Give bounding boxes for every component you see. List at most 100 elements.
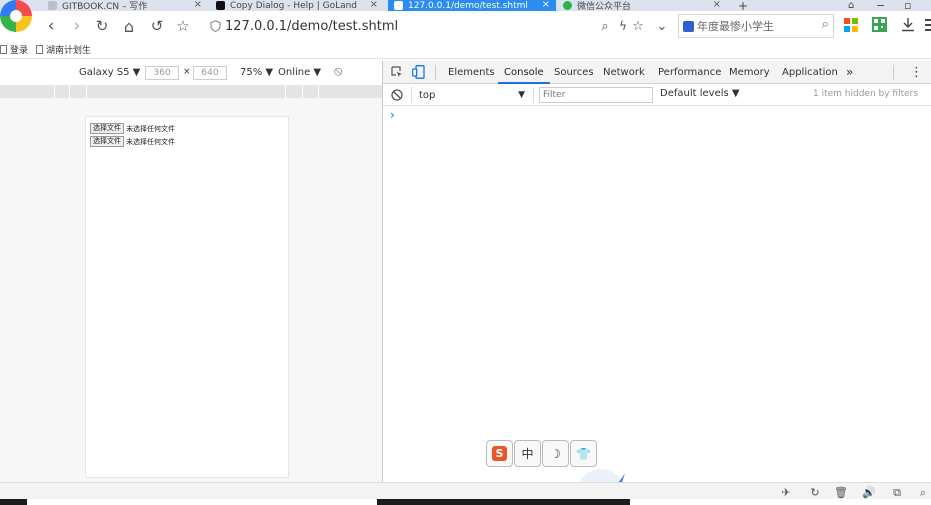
tab-title: Copy Dialog - Help | GoLand [230, 0, 358, 11]
shirt-skin-icon[interactable]: ⌂ [848, 0, 860, 11]
shield-icon [210, 20, 221, 32]
goland-icon [216, 1, 225, 10]
restore-button[interactable]: ▫ [904, 0, 916, 11]
clear-console-icon[interactable] [391, 89, 403, 101]
back-button[interactable]: ‹ [40, 15, 62, 37]
inspect-element-icon[interactable] [391, 66, 403, 78]
refresh-icon[interactable]: ↻ [808, 486, 822, 500]
document-icon [48, 1, 57, 10]
home-button[interactable]: ⌂ [118, 15, 140, 37]
more-tabs-button[interactable]: » [846, 61, 853, 84]
chinese-mode-button[interactable]: 中 [514, 440, 541, 467]
zoom-icon[interactable]: ⌕ [916, 486, 930, 500]
filter-input[interactable] [539, 87, 653, 103]
devtools-tabbar: Elements Console Sources Network Perform… [383, 61, 931, 84]
hidden-items-note: 1 item hidden by filters [813, 89, 919, 99]
undo-close-button[interactable]: ↺ [146, 15, 168, 37]
file-input[interactable]: 选择文件 未选择任何文件 [90, 136, 175, 147]
file-input[interactable]: 选择文件 未选择任何文件 [90, 123, 175, 134]
new-tab-button[interactable]: + [738, 0, 752, 11]
ime-toolbar: S 中 ☽ 👕 [486, 440, 598, 468]
tab-memory[interactable]: Memory [729, 61, 770, 84]
forward-button[interactable]: › [66, 15, 88, 37]
navigation-bar: ‹ › ↻ ⌂ ↺ ☆ 127.0.0.1/demo/test.shtml ⌕ … [32, 11, 931, 41]
taskbar-segment [630, 499, 931, 505]
toolbar-divider [435, 65, 436, 80]
apps-icon[interactable] [844, 18, 858, 32]
bookmark-star-button[interactable]: ☆ [172, 15, 194, 37]
chevron-down-icon[interactable]: ⌄ [651, 15, 673, 37]
close-icon[interactable]: × [713, 0, 721, 10]
bookmark-item[interactable]: 湖南计划生 [36, 43, 91, 56]
zoom-select[interactable]: 75% ▼ [240, 67, 273, 78]
download-icon[interactable] [901, 17, 915, 32]
search-icon[interactable]: ⌕ [822, 17, 829, 32]
chevron-down-icon: ▼ [518, 90, 525, 100]
document-icon [394, 1, 403, 10]
bookmark-label: 湖南计划生 [46, 46, 92, 56]
moon-icon[interactable]: ☽ [542, 440, 569, 467]
minimize-button[interactable]: − [876, 0, 888, 11]
width-input[interactable]: 360 [145, 66, 179, 80]
device-toolbar: Galaxy S5 ▼ 360 × 640 75% ▼ Online ▼ ⦸ [0, 61, 382, 85]
console-toolbar: top ▼ Default levels ▼ 1 item hidden by … [383, 84, 931, 106]
paw-icon [683, 20, 694, 32]
tab-goland-help[interactable]: Copy Dialog - Help | GoLand × [216, 0, 382, 11]
window-icon[interactable]: ⧉ [890, 486, 904, 500]
tab-test-shtml[interactable]: 127.0.0.1/demo/test.shtml × [388, 0, 556, 11]
tab-title: 微信公众平台 [577, 2, 632, 11]
tab-application[interactable]: Application [782, 61, 838, 84]
device-select[interactable]: Galaxy S5 ▼ [79, 67, 140, 78]
choose-file-button[interactable]: 选择文件 [90, 136, 124, 147]
choose-file-button[interactable]: 选择文件 [90, 123, 124, 134]
devtools-menu-button[interactable]: ⋮ [910, 61, 923, 84]
devtools-splitter[interactable] [382, 61, 383, 483]
skin-shirt-icon[interactable]: 👕 [570, 440, 597, 467]
document-icon [36, 45, 44, 54]
bookmark-item[interactable]: 登录 [0, 43, 28, 56]
plane-icon[interactable]: ✈ [779, 486, 793, 500]
menu-icon[interactable] [925, 18, 931, 32]
trash-icon[interactable]: 🗑 [834, 486, 848, 500]
close-icon[interactable]: × [194, 0, 202, 10]
tab-title: GITBOOK.CN – 写作 [62, 2, 148, 11]
wechat-icon [563, 1, 572, 10]
favorite-star-icon[interactable]: ☆ [627, 15, 649, 37]
file-status: 未选择任何文件 [126, 137, 175, 146]
media-query-ruler[interactable] [0, 85, 382, 98]
tab-performance[interactable]: Performance [658, 61, 721, 84]
browser-logo[interactable] [0, 0, 32, 32]
context-select[interactable]: top ▼ [419, 88, 525, 102]
close-icon[interactable]: × [370, 0, 378, 10]
file-status: 未选择任何文件 [126, 124, 175, 133]
reload-button[interactable]: ↻ [91, 15, 113, 37]
device-toggle-icon[interactable] [412, 65, 425, 79]
dimension-separator: × [183, 67, 191, 77]
tab-console[interactable]: Console [498, 61, 550, 84]
tab-sources[interactable]: Sources [554, 61, 594, 84]
tab-wechat[interactable]: 微信公众平台 × [563, 0, 725, 11]
bookmarks-bar: 登录 湖南计划生 [0, 41, 931, 59]
context-label: top [419, 89, 436, 101]
tab-network[interactable]: Network [603, 61, 645, 84]
url-text: 127.0.0.1/demo/test.shtml [225, 18, 399, 34]
toolbar-divider [893, 65, 894, 80]
tab-gitbook[interactable]: GITBOOK.CN – 写作 × [48, 0, 208, 11]
height-input[interactable]: 640 [193, 66, 227, 80]
close-icon[interactable]: × [542, 0, 550, 10]
document-icon [0, 45, 7, 54]
search-box[interactable]: 年度最惨小学生 ⌕ [678, 14, 834, 38]
qr-code-icon[interactable] [872, 17, 887, 32]
taskbar-segment [27, 499, 377, 505]
log-levels-select[interactable]: Default levels ▼ [660, 88, 740, 99]
tab-elements[interactable]: Elements [448, 61, 495, 84]
toolbar-divider [411, 87, 412, 103]
search-text: 年度最惨小学生 [697, 20, 774, 33]
sogou-logo-icon[interactable]: S [486, 440, 513, 467]
rotate-icon[interactable]: ⦸ [334, 64, 342, 79]
bookmark-label: 登录 [10, 46, 29, 56]
emulated-page: 选择文件 未选择任何文件 选择文件 未选择任何文件 [85, 116, 289, 478]
network-throttle-select[interactable]: Online ▼ [278, 67, 321, 78]
console-prompt[interactable]: › [390, 108, 395, 122]
volume-icon[interactable]: 🔊 [862, 486, 876, 500]
